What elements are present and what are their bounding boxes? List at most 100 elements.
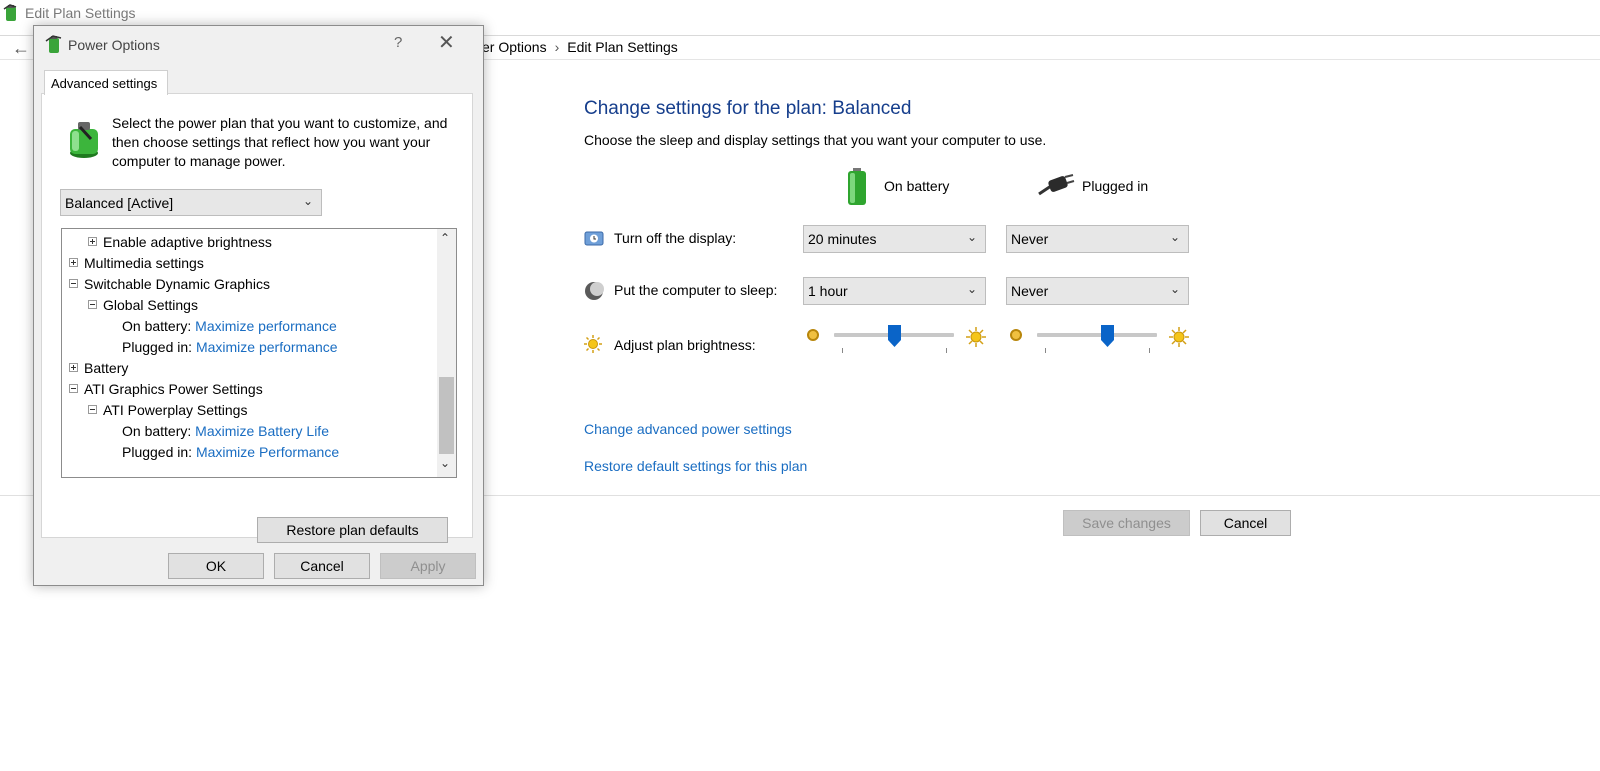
display-plugged-value: Never bbox=[1011, 231, 1049, 247]
turn-off-display-label: Turn off the display: bbox=[614, 230, 737, 246]
chevron-down-icon[interactable]: ⌄ bbox=[440, 456, 450, 470]
collapse-icon[interactable] bbox=[69, 279, 78, 288]
help-button[interactable]: ? bbox=[394, 34, 402, 51]
tree-setting-label: On battery: bbox=[122, 318, 192, 334]
dialog-cancel-button[interactable]: Cancel bbox=[274, 553, 370, 579]
restore-defaults-link[interactable]: Restore default settings for this plan bbox=[584, 458, 807, 474]
page-description: Choose the sleep and display settings th… bbox=[584, 132, 1047, 148]
bright-brightness-icon bbox=[966, 327, 986, 347]
slider-tick bbox=[842, 348, 843, 353]
display-battery-select[interactable]: 20 minutes ⌄ bbox=[803, 225, 986, 253]
back-arrow-icon[interactable]: ← bbox=[12, 38, 30, 59]
tree-item-ati-graphics[interactable]: ATI Graphics Power Settings bbox=[69, 381, 263, 397]
chevron-down-icon: ⌄ bbox=[1169, 230, 1180, 244]
breadcrumb: ver Options › Edit Plan Settings bbox=[475, 39, 678, 55]
power-plan-icon bbox=[70, 122, 98, 158]
collapse-icon[interactable] bbox=[69, 384, 78, 393]
settings-tree[interactable]: Enable adaptive brightness Multimedia se… bbox=[61, 228, 457, 478]
sleep-battery-value: 1 hour bbox=[808, 283, 848, 299]
power-options-icon bbox=[45, 35, 62, 53]
display-battery-value: 20 minutes bbox=[808, 231, 877, 247]
advanced-settings-panel: Select the power plan that you want to c… bbox=[41, 93, 473, 543]
tree-item-multimedia[interactable]: Multimedia settings bbox=[69, 255, 204, 271]
slider-tick bbox=[1149, 348, 1150, 353]
sleep-plugged-select[interactable]: Never ⌄ bbox=[1006, 277, 1189, 305]
cancel-button[interactable]: Cancel bbox=[1200, 510, 1291, 536]
tab-advanced-settings[interactable]: Advanced settings bbox=[44, 70, 168, 95]
tree-item-label: Multimedia settings bbox=[84, 255, 204, 271]
tree-setting-value[interactable]: Maximize Performance bbox=[196, 444, 339, 460]
apply-button[interactable]: Apply bbox=[380, 553, 476, 579]
chevron-down-icon: ⌄ bbox=[966, 282, 977, 296]
tree-item-ati-on-battery[interactable]: On battery: Maximize Battery Life bbox=[122, 423, 329, 439]
chevron-down-icon: ⌄ bbox=[1169, 282, 1180, 296]
chevron-up-icon[interactable]: ⌃ bbox=[440, 231, 450, 245]
plugged-in-column-header: Plugged in bbox=[1082, 178, 1149, 194]
breadcrumb-edit-plan[interactable]: Edit Plan Settings bbox=[567, 39, 678, 55]
tree-setting-value[interactable]: Maximize Battery Life bbox=[195, 423, 329, 439]
tree-setting-label: On battery: bbox=[122, 423, 192, 439]
breadcrumb-power-options[interactable]: ver Options bbox=[475, 39, 547, 55]
tree-item-label: ATI Graphics Power Settings bbox=[84, 381, 263, 397]
on-battery-column-header: On battery bbox=[884, 178, 950, 194]
change-advanced-settings-link[interactable]: Change advanced power settings bbox=[584, 421, 792, 437]
battery-icon bbox=[848, 168, 866, 205]
collapse-icon[interactable] bbox=[88, 405, 97, 414]
dim-brightness-icon bbox=[807, 329, 819, 341]
tree-setting-label: Plugged in: bbox=[122, 444, 193, 460]
power-options-app-icon bbox=[3, 4, 17, 21]
window-title: Edit Plan Settings bbox=[25, 5, 136, 21]
tree-item-battery[interactable]: Battery bbox=[69, 360, 128, 376]
expand-icon[interactable] bbox=[88, 237, 97, 246]
brightness-plugged-slider-track[interactable] bbox=[1037, 333, 1157, 337]
brightness-battery-slider-thumb[interactable] bbox=[888, 325, 901, 347]
power-plan-select[interactable]: Balanced [Active] ⌄ bbox=[60, 189, 322, 216]
tree-item-switchable-graphics[interactable]: Switchable Dynamic Graphics bbox=[69, 276, 270, 292]
tree-item-adaptive-brightness[interactable]: Enable adaptive brightness bbox=[88, 234, 272, 250]
tree-item-ati-plugged-in[interactable]: Plugged in: Maximize Performance bbox=[122, 444, 339, 460]
sleep-moon-icon bbox=[585, 282, 604, 300]
sleep-plugged-value: Never bbox=[1011, 283, 1049, 299]
display-plugged-select[interactable]: Never ⌄ bbox=[1006, 225, 1189, 253]
breadcrumb-chevron-icon: › bbox=[554, 39, 560, 55]
bright-brightness-icon bbox=[1169, 327, 1189, 347]
dialog-instructions: Select the power plan that you want to c… bbox=[112, 115, 448, 169]
tree-item-label: Global Settings bbox=[103, 297, 198, 313]
dialog-title: Power Options bbox=[68, 37, 160, 53]
sleep-battery-select[interactable]: 1 hour ⌄ bbox=[803, 277, 986, 305]
page-title: Change settings for the plan: Balanced bbox=[584, 98, 912, 119]
power-plug-icon bbox=[1038, 174, 1075, 196]
tree-setting-label: Plugged in: bbox=[122, 339, 193, 355]
scrollbar-thumb[interactable] bbox=[439, 377, 454, 454]
tree-scrollbar[interactable]: ⌃ ⌄ bbox=[437, 229, 456, 477]
expand-icon[interactable] bbox=[69, 363, 78, 372]
save-changes-button[interactable]: Save changes bbox=[1063, 510, 1190, 536]
slider-tick bbox=[946, 348, 947, 353]
tree-item-ati-powerplay[interactable]: ATI Powerplay Settings bbox=[88, 402, 247, 418]
tree-item-label: ATI Powerplay Settings bbox=[103, 402, 248, 418]
brightness-sun-icon bbox=[584, 335, 602, 353]
tree-item-sdg-plugged-in[interactable]: Plugged in: Maximize performance bbox=[122, 339, 338, 355]
slider-tick bbox=[1045, 348, 1046, 353]
tree-item-label: Enable adaptive brightness bbox=[103, 234, 272, 250]
dim-brightness-icon bbox=[1010, 329, 1022, 341]
expand-icon[interactable] bbox=[69, 258, 78, 267]
tree-setting-value[interactable]: Maximize performance bbox=[196, 339, 338, 355]
tree-item-label: Switchable Dynamic Graphics bbox=[84, 276, 270, 292]
display-timeout-icon bbox=[584, 231, 604, 246]
restore-plan-defaults-button[interactable]: Restore plan defaults bbox=[257, 517, 448, 543]
ok-button[interactable]: OK bbox=[168, 553, 264, 579]
chevron-down-icon: ⌄ bbox=[302, 194, 313, 208]
power-plan-value: Balanced [Active] bbox=[65, 195, 174, 211]
tree-setting-value[interactable]: Maximize performance bbox=[195, 318, 337, 334]
brightness-plugged-slider-thumb[interactable] bbox=[1100, 325, 1114, 347]
put-to-sleep-label: Put the computer to sleep: bbox=[614, 282, 778, 298]
collapse-icon[interactable] bbox=[88, 300, 97, 309]
tree-item-global-settings[interactable]: Global Settings bbox=[88, 297, 198, 313]
adjust-brightness-label: Adjust plan brightness: bbox=[614, 337, 756, 353]
tree-item-label: Battery bbox=[84, 360, 129, 376]
power-options-dialog: Power Options ? ✕ Select the power plan … bbox=[33, 25, 484, 586]
chevron-down-icon: ⌄ bbox=[966, 230, 977, 244]
tree-item-sdg-on-battery[interactable]: On battery: Maximize performance bbox=[122, 318, 337, 334]
close-icon[interactable]: ✕ bbox=[438, 30, 455, 55]
